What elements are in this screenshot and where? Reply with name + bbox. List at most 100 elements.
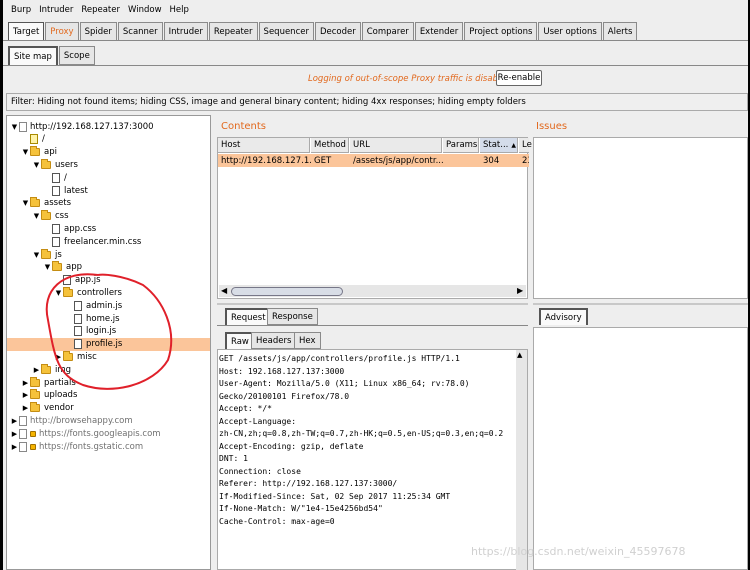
expanded-icon[interactable]: ▼ — [43, 263, 52, 271]
file-icon — [74, 313, 82, 324]
tree-item-label: / — [64, 172, 67, 183]
expanded-icon[interactable]: ▼ — [10, 123, 19, 131]
file-icon — [52, 223, 60, 234]
tab-scanner[interactable]: Scanner — [117, 22, 163, 40]
row-url[interactable]: /assets/js/app/contr... — [350, 154, 443, 167]
request-vscrollbar[interactable]: ▲ — [516, 350, 527, 570]
tab-proxy[interactable]: Proxy — [45, 22, 79, 40]
row-status[interactable]: 304 — [480, 154, 519, 167]
collapsed-icon[interactable]: ▶ — [54, 353, 63, 361]
collapsed-icon[interactable]: ▶ — [10, 443, 19, 451]
tree-item[interactable]: ▼ css — [7, 210, 210, 223]
tab-project-options[interactable]: Project options — [464, 22, 538, 40]
tab-request[interactable]: Request — [225, 308, 272, 325]
tree-item[interactable]: / — [7, 133, 210, 146]
tree-item[interactable]: latest — [7, 184, 210, 197]
tab-repeater[interactable]: Repeater — [208, 22, 258, 40]
tree-item[interactable]: ▶ https://fonts.gstatic.com — [7, 440, 210, 453]
tree-item-label: misc — [77, 351, 97, 362]
tree-item-label: controllers — [77, 287, 122, 298]
row-length[interactable]: 23 — [519, 154, 529, 167]
tree-item[interactable]: home.js — [7, 312, 210, 325]
file-icon — [52, 236, 60, 247]
row-params[interactable] — [443, 154, 480, 167]
tree-item[interactable]: admin.js — [7, 299, 210, 312]
tree-item[interactable]: ▼ js — [7, 248, 210, 261]
tab-comparer[interactable]: Comparer — [361, 22, 414, 40]
tree-item[interactable]: ▼ http://192.168.127.137:3000 — [7, 120, 210, 133]
pane-divider-right[interactable] — [533, 303, 748, 305]
tree-item[interactable]: app.css — [7, 222, 210, 235]
row-host[interactable]: http://192.168.127.1... — [218, 154, 311, 167]
tree-item[interactable]: ▼ assets — [7, 197, 210, 210]
col-status[interactable]: Stat... ▲ — [480, 138, 518, 153]
tab-decoder[interactable]: Decoder — [314, 22, 361, 40]
expanded-icon[interactable]: ▼ — [21, 148, 30, 156]
tab-user-options[interactable]: User options — [538, 22, 602, 40]
contents-scroll-thumb[interactable] — [231, 287, 343, 296]
collapsed-icon[interactable]: ▶ — [10, 417, 19, 425]
col-params[interactable]: Params — [443, 138, 479, 153]
tree-item[interactable]: / — [7, 171, 210, 184]
col-length[interactable]: Le — [519, 138, 532, 153]
tree-item[interactable]: ▼ controllers — [7, 286, 210, 299]
expanded-icon[interactable]: ▼ — [32, 161, 41, 169]
tab-advisory[interactable]: Advisory — [539, 308, 588, 325]
tab-extender[interactable]: Extender — [414, 22, 464, 40]
tree-item[interactable]: ▶ img — [7, 363, 210, 376]
expanded-icon[interactable]: ▼ — [32, 251, 41, 259]
collapsed-icon[interactable]: ▶ — [21, 379, 30, 387]
request-tab-line — [217, 325, 528, 326]
tree-item[interactable]: ▶ vendor — [7, 402, 210, 415]
tree-item[interactable]: ▶ misc — [7, 350, 210, 363]
expanded-icon[interactable]: ▼ — [54, 289, 63, 297]
tree-item[interactable]: ▶ partials — [7, 376, 210, 389]
tab-target[interactable]: Target — [8, 22, 45, 40]
tree-item[interactable]: ▶ https://fonts.googleapis.com — [7, 427, 210, 440]
collapsed-icon[interactable]: ▶ — [32, 366, 41, 374]
menu-help[interactable]: Help — [168, 5, 191, 15]
tab-sequencer[interactable]: Sequencer — [258, 22, 314, 40]
tree-item[interactable]: app.js — [7, 274, 210, 287]
collapsed-icon[interactable]: ▶ — [10, 430, 19, 438]
row-method[interactable]: GET — [311, 154, 350, 167]
tab-headers[interactable]: Headers — [251, 332, 297, 349]
request-text[interactable]: GET /assets/js/app/controllers/profile.j… — [219, 353, 514, 528]
col-host[interactable]: Host — [218, 138, 310, 153]
tree-item[interactable]: ▶ uploads — [7, 389, 210, 402]
expanded-icon[interactable]: ▼ — [21, 199, 30, 207]
tree-item[interactable]: login.js — [7, 325, 210, 338]
tab-spider[interactable]: Spider — [79, 22, 117, 40]
menu-window[interactable]: Window — [126, 5, 164, 15]
scroll-left-icon[interactable]: ◀ — [221, 286, 227, 295]
menu-burp[interactable]: Burp — [9, 5, 33, 15]
folder-icon — [41, 210, 51, 221]
tree-item[interactable]: ▼ users — [7, 158, 210, 171]
pane-divider[interactable] — [217, 303, 528, 305]
request-line: Cache-Control: max-age=0 — [219, 516, 335, 526]
scroll-up-icon[interactable]: ▲ — [517, 351, 522, 359]
expanded-icon[interactable]: ▼ — [32, 212, 41, 220]
collapsed-icon[interactable]: ▶ — [21, 404, 30, 412]
col-method[interactable]: Method — [311, 138, 349, 153]
folder-icon — [63, 350, 73, 361]
tree-item-label: partials — [44, 377, 76, 388]
menu-intruder[interactable]: Intruder — [37, 5, 75, 15]
menu-repeater[interactable]: Repeater — [79, 5, 122, 15]
tab-alerts[interactable]: Alerts — [602, 22, 638, 40]
filter-bar[interactable]: Filter: Hiding not found items; hiding C… — [6, 93, 748, 111]
tab-response[interactable]: Response — [267, 308, 318, 325]
scroll-right-icon[interactable]: ▶ — [517, 286, 523, 295]
subtab-site-map[interactable]: Site map — [8, 46, 58, 65]
tree-item[interactable]: profile.js — [7, 337, 210, 351]
tree-item[interactable]: freelancer.min.css — [7, 235, 210, 248]
col-url[interactable]: URL — [350, 138, 442, 153]
reenable-button[interactable]: Re-enable — [496, 70, 542, 86]
subtab-scope[interactable]: Scope — [58, 46, 95, 65]
tab-hex[interactable]: Hex — [294, 332, 321, 349]
tree-item[interactable]: ▼ api — [7, 146, 210, 159]
collapsed-icon[interactable]: ▶ — [21, 391, 30, 399]
tree-item[interactable]: ▼ app — [7, 261, 210, 274]
tab-intruder[interactable]: Intruder — [163, 22, 208, 40]
tree-item[interactable]: ▶ http://browsehappy.com — [7, 414, 210, 427]
